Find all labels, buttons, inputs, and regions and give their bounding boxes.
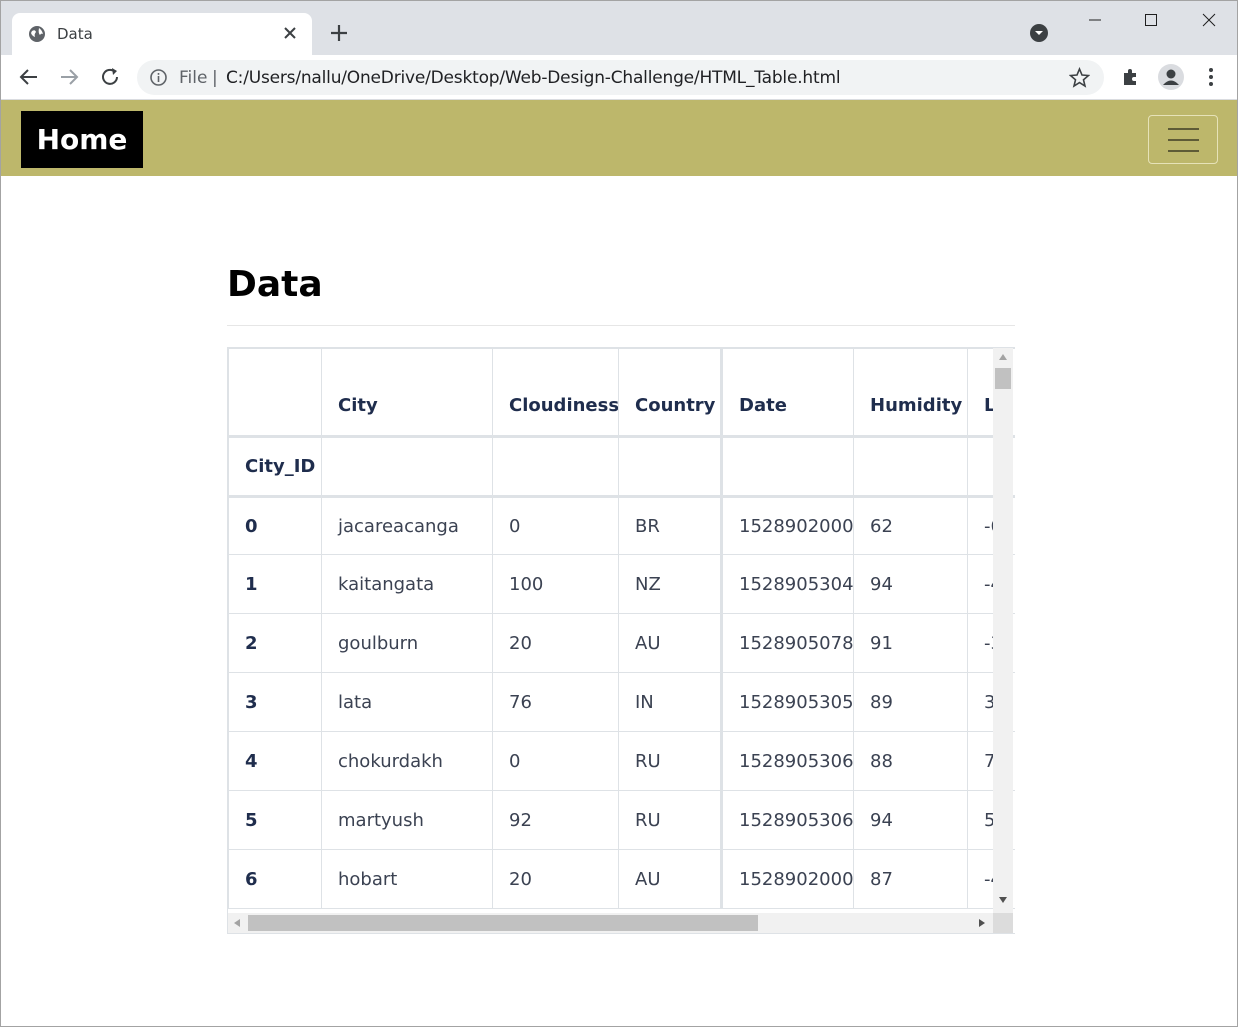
table-row: 3 lata 76 IN 1528905305 89 3	[228, 672, 1015, 732]
cell-humidity: 89	[853, 672, 968, 732]
cell-cloudiness: 20	[492, 849, 619, 909]
row-index: 6	[228, 849, 322, 909]
tab-search-icon[interactable]	[1029, 23, 1049, 43]
column-header-date: Date	[720, 348, 854, 438]
tab-data[interactable]: Data	[12, 13, 312, 55]
scroll-right-arrow-icon[interactable]	[979, 919, 985, 927]
cell-humidity: 91	[853, 613, 968, 673]
divider	[227, 325, 1015, 326]
cell-city: jacareacanga	[321, 496, 493, 555]
address-bar[interactable]: File | C:/Users/nallu/OneDrive/Desktop/W…	[137, 60, 1104, 95]
cell-humidity: 62	[853, 496, 968, 555]
cell-country: NZ	[618, 554, 722, 614]
tab-strip: Data	[1, 1, 1237, 55]
cell-city: goulburn	[321, 613, 493, 673]
profile-avatar-icon[interactable]	[1157, 63, 1185, 91]
browser-toolbar: File | C:/Users/nallu/OneDrive/Desktop/W…	[1, 55, 1237, 100]
column-header-city: City	[321, 348, 493, 438]
row-index: 4	[228, 731, 322, 791]
row-index: 5	[228, 790, 322, 850]
cell-city: hobart	[321, 849, 493, 909]
navbar-toggler-button[interactable]	[1148, 115, 1218, 164]
page-title: Data	[227, 264, 323, 305]
scroll-up-arrow-icon[interactable]	[999, 354, 1007, 360]
globe-icon	[29, 26, 45, 42]
horizontal-scroll-thumb[interactable]	[248, 915, 758, 931]
table-row: 1kaitangata100NZ152890530494-4	[228, 554, 1015, 614]
cell-country: RU	[618, 790, 722, 850]
back-icon[interactable]	[17, 65, 41, 89]
cell-humidity: 87	[853, 849, 968, 909]
column-header-cloudiness: Cloudiness	[492, 348, 619, 438]
row-index: 3	[228, 672, 322, 732]
cell-country: AU	[618, 613, 722, 673]
scroll-down-arrow-icon[interactable]	[999, 897, 1007, 903]
cell-city: martyush	[321, 790, 493, 850]
row-index: 0	[228, 496, 322, 555]
reload-icon[interactable]	[98, 65, 122, 89]
table-row: 5 martyush 92 RU 1528905306 94 5	[228, 790, 1015, 850]
info-icon[interactable]	[149, 68, 168, 87]
address-prefix: File	[179, 68, 208, 88]
table-row: 4 chokurdakh 0 RU 1528905306 88 7	[228, 731, 1015, 791]
close-window-icon[interactable]	[1196, 9, 1222, 31]
bookmark-star-icon[interactable]	[1069, 67, 1090, 88]
cell-date: 1528905306	[720, 790, 854, 850]
home-link[interactable]: Home	[21, 111, 143, 168]
column-header-humidity: Humidity	[853, 348, 968, 438]
cell-date: 1528905304	[720, 554, 854, 614]
maximize-icon[interactable]	[1138, 9, 1164, 31]
index-name-header: City_ID	[228, 436, 322, 498]
cell-cloudiness: 92	[492, 790, 619, 850]
index-name-row: City_ID	[228, 436, 1015, 498]
cell-humidity: 88	[853, 731, 968, 791]
browser-window: Data File | C:/Users/nallu/OneDrive/Desk…	[0, 0, 1238, 1027]
table-row: 6hobart20AU152890200087-4	[228, 849, 1015, 909]
minimize-icon[interactable]	[1082, 9, 1108, 31]
header-row: City Cloudiness Country Date Humidity La	[228, 348, 1015, 438]
cell-country: AU	[618, 849, 722, 909]
forward-icon[interactable]	[57, 65, 81, 89]
cell-city: kaitangata	[321, 554, 493, 614]
cell-cloudiness: 76	[492, 672, 619, 732]
vertical-scroll-thumb[interactable]	[995, 368, 1011, 389]
address-url[interactable]: C:/Users/nallu/OneDrive/Desktop/Web-Desi…	[226, 68, 841, 88]
cell-country: BR	[618, 496, 722, 555]
cell-date: 1528905305	[720, 672, 854, 732]
cell-date: 1528905078	[720, 613, 854, 673]
column-header-country: Country	[618, 348, 722, 438]
scroll-left-arrow-icon[interactable]	[234, 919, 240, 927]
address-separator: |	[212, 68, 218, 88]
cell-humidity: 94	[853, 790, 968, 850]
row-index: 2	[228, 613, 322, 673]
column-header-index	[228, 348, 322, 438]
horizontal-scrollbar[interactable]	[228, 913, 993, 933]
site-navbar: Home	[1, 100, 1237, 176]
table-row: 2goulburn20AU152890507891-3	[228, 613, 1015, 673]
cell-country: RU	[618, 731, 722, 791]
scrollbar-corner	[993, 913, 1013, 933]
cell-cloudiness: 0	[492, 496, 619, 555]
cell-date: 1528905306	[720, 731, 854, 791]
table-row: 0jacareacanga0BR152890200062-6	[228, 496, 1015, 555]
data-table: City Cloudiness Country Date Humidity La…	[228, 348, 1015, 909]
row-index: 1	[228, 554, 322, 614]
cell-cloudiness: 20	[492, 613, 619, 673]
close-tab-icon[interactable]	[280, 23, 300, 43]
vertical-scrollbar[interactable]	[993, 348, 1013, 913]
cell-city: lata	[321, 672, 493, 732]
tab-title: Data	[57, 25, 93, 43]
cell-date: 1528902000	[720, 496, 854, 555]
cell-city: chokurdakh	[321, 731, 493, 791]
data-table-container[interactable]: City Cloudiness Country Date Humidity La…	[227, 347, 1015, 934]
extensions-icon[interactable]	[1118, 65, 1142, 89]
cell-country: IN	[618, 672, 722, 732]
cell-cloudiness: 100	[492, 554, 619, 614]
cell-humidity: 94	[853, 554, 968, 614]
cell-cloudiness: 0	[492, 731, 619, 791]
menu-kebab-icon[interactable]	[1199, 65, 1223, 89]
new-tab-icon[interactable]	[327, 21, 351, 45]
cell-date: 1528902000	[720, 849, 854, 909]
